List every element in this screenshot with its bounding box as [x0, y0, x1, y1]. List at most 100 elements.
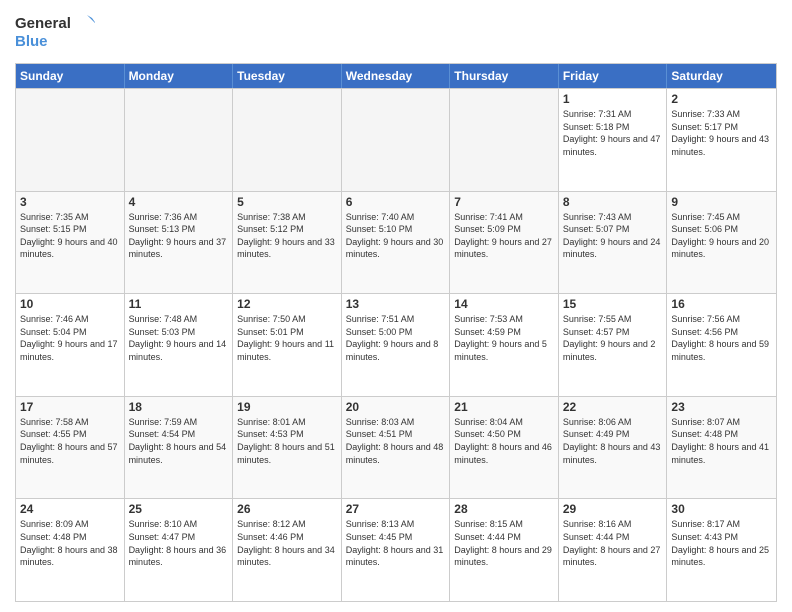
day-info: Sunrise: 7:46 AM Sunset: 5:04 PM Dayligh… [20, 313, 120, 363]
calendar-body: 1 Sunrise: 7:31 AM Sunset: 5:18 PM Daylig… [16, 88, 776, 601]
header-tuesday: Tuesday [233, 64, 342, 88]
calendar-cell-0-3 [342, 89, 451, 191]
calendar-cell-4-5: 29Sunrise: 8:16 AM Sunset: 4:44 PM Dayli… [559, 499, 668, 601]
calendar-row-0: 1 Sunrise: 7:31 AM Sunset: 5:18 PM Daylig… [16, 88, 776, 191]
day-number: 17 [20, 400, 120, 414]
day-info: Sunrise: 8:01 AM Sunset: 4:53 PM Dayligh… [237, 416, 337, 466]
day-info: Sunrise: 7:33 AM Sunset: 5:17 PM Dayligh… [671, 108, 772, 158]
day-number: 9 [671, 195, 772, 209]
calendar-cell-2-6: 16 Sunrise: 7:56 AM Sunset: 4:56 PM Dayli… [667, 294, 776, 396]
day-number: 19 [237, 400, 337, 414]
day-info: Sunrise: 7:56 AM Sunset: 4:56 PM Dayligh… [671, 313, 772, 363]
day-number: 11 [129, 297, 229, 311]
day-number: 6 [346, 195, 446, 209]
day-number: 26 [237, 502, 337, 516]
calendar-cell-3-3: 20 Sunrise: 8:03 AM Sunset: 4:51 PM Dayli… [342, 397, 451, 499]
calendar-cell-2-4: 14 Sunrise: 7:53 AM Sunset: 4:59 PM Dayli… [450, 294, 559, 396]
day-info: Sunrise: 7:31 AM Sunset: 5:18 PM Dayligh… [563, 108, 663, 158]
day-number: 10 [20, 297, 120, 311]
calendar-cell-0-4 [450, 89, 559, 191]
calendar-cell-4-6: 30 Sunrise: 8:17 AM Sunset: 4:43 PM Dayli… [667, 499, 776, 601]
day-info: Sunrise: 7:50 AM Sunset: 5:01 PM Dayligh… [237, 313, 337, 363]
page: General Blue SundayMondayTuesdayWednesda… [0, 0, 792, 612]
calendar-cell-2-3: 13 Sunrise: 7:51 AM Sunset: 5:00 PM Dayli… [342, 294, 451, 396]
day-number: 14 [454, 297, 554, 311]
calendar-cell-3-4: 21 Sunrise: 8:04 AM Sunset: 4:50 PM Dayli… [450, 397, 559, 499]
calendar-cell-4-3: 27 Sunrise: 8:13 AM Sunset: 4:45 PM Dayli… [342, 499, 451, 601]
day-info: Sunrise: 7:58 AM Sunset: 4:55 PM Dayligh… [20, 416, 120, 466]
calendar-cell-2-5: 15 Sunrise: 7:55 AM Sunset: 4:57 PM Dayli… [559, 294, 668, 396]
day-number: 5 [237, 195, 337, 209]
day-info: Sunrise: 7:48 AM Sunset: 5:03 PM Dayligh… [129, 313, 229, 363]
day-info: Sunrise: 7:43 AM Sunset: 5:07 PM Dayligh… [563, 211, 663, 261]
day-info: Sunrise: 7:51 AM Sunset: 5:00 PM Dayligh… [346, 313, 446, 363]
svg-text:Blue: Blue [15, 33, 48, 50]
calendar-cell-1-2: 5 Sunrise: 7:38 AM Sunset: 5:12 PM Daylig… [233, 192, 342, 294]
calendar-cell-2-2: 12Sunrise: 7:50 AM Sunset: 5:01 PM Dayli… [233, 294, 342, 396]
day-number: 21 [454, 400, 554, 414]
calendar-cell-4-0: 24 Sunrise: 8:09 AM Sunset: 4:48 PM Dayli… [16, 499, 125, 601]
calendar-row-1: 3Sunrise: 7:35 AM Sunset: 5:15 PM Daylig… [16, 191, 776, 294]
calendar-cell-1-1: 4Sunrise: 7:36 AM Sunset: 5:13 PM Daylig… [125, 192, 234, 294]
day-number: 25 [129, 502, 229, 516]
day-number: 3 [20, 195, 120, 209]
header: General Blue [15, 10, 777, 55]
day-info: Sunrise: 7:53 AM Sunset: 4:59 PM Dayligh… [454, 313, 554, 363]
day-number: 18 [129, 400, 229, 414]
calendar-cell-4-4: 28 Sunrise: 8:15 AM Sunset: 4:44 PM Dayli… [450, 499, 559, 601]
day-number: 13 [346, 297, 446, 311]
header-wednesday: Wednesday [342, 64, 451, 88]
header-saturday: Saturday [667, 64, 776, 88]
calendar-cell-2-0: 10 Sunrise: 7:46 AM Sunset: 5:04 PM Dayli… [16, 294, 125, 396]
day-info: Sunrise: 7:40 AM Sunset: 5:10 PM Dayligh… [346, 211, 446, 261]
calendar-cell-0-6: 2 Sunrise: 7:33 AM Sunset: 5:17 PM Daylig… [667, 89, 776, 191]
header-sunday: Sunday [16, 64, 125, 88]
day-number: 24 [20, 502, 120, 516]
day-info: Sunrise: 7:45 AM Sunset: 5:06 PM Dayligh… [671, 211, 772, 261]
calendar-cell-1-5: 8 Sunrise: 7:43 AM Sunset: 5:07 PM Daylig… [559, 192, 668, 294]
calendar-cell-2-1: 11 Sunrise: 7:48 AM Sunset: 5:03 PM Dayli… [125, 294, 234, 396]
day-info: Sunrise: 7:36 AM Sunset: 5:13 PM Dayligh… [129, 211, 229, 261]
day-number: 8 [563, 195, 663, 209]
calendar-row-2: 10 Sunrise: 7:46 AM Sunset: 5:04 PM Dayli… [16, 293, 776, 396]
day-number: 27 [346, 502, 446, 516]
day-number: 23 [671, 400, 772, 414]
day-info: Sunrise: 8:12 AM Sunset: 4:46 PM Dayligh… [237, 518, 337, 568]
calendar-cell-3-2: 19 Sunrise: 8:01 AM Sunset: 4:53 PM Dayli… [233, 397, 342, 499]
day-info: Sunrise: 7:41 AM Sunset: 5:09 PM Dayligh… [454, 211, 554, 261]
day-info: Sunrise: 8:07 AM Sunset: 4:48 PM Dayligh… [671, 416, 772, 466]
day-number: 28 [454, 502, 554, 516]
calendar-cell-3-6: 23 Sunrise: 8:07 AM Sunset: 4:48 PM Dayli… [667, 397, 776, 499]
day-number: 15 [563, 297, 663, 311]
day-info: Sunrise: 8:13 AM Sunset: 4:45 PM Dayligh… [346, 518, 446, 568]
day-number: 2 [671, 92, 772, 106]
day-info: Sunrise: 8:09 AM Sunset: 4:48 PM Dayligh… [20, 518, 120, 568]
calendar-cell-1-0: 3Sunrise: 7:35 AM Sunset: 5:15 PM Daylig… [16, 192, 125, 294]
day-info: Sunrise: 8:17 AM Sunset: 4:43 PM Dayligh… [671, 518, 772, 568]
day-number: 1 [563, 92, 663, 106]
calendar-cell-0-5: 1 Sunrise: 7:31 AM Sunset: 5:18 PM Daylig… [559, 89, 668, 191]
day-info: Sunrise: 7:59 AM Sunset: 4:54 PM Dayligh… [129, 416, 229, 466]
calendar-cell-4-2: 26 Sunrise: 8:12 AM Sunset: 4:46 PM Dayli… [233, 499, 342, 601]
day-info: Sunrise: 8:10 AM Sunset: 4:47 PM Dayligh… [129, 518, 229, 568]
day-info: Sunrise: 8:15 AM Sunset: 4:44 PM Dayligh… [454, 518, 554, 568]
day-info: Sunrise: 8:04 AM Sunset: 4:50 PM Dayligh… [454, 416, 554, 466]
day-info: Sunrise: 8:03 AM Sunset: 4:51 PM Dayligh… [346, 416, 446, 466]
day-number: 20 [346, 400, 446, 414]
header-monday: Monday [125, 64, 234, 88]
day-info: Sunrise: 7:38 AM Sunset: 5:12 PM Dayligh… [237, 211, 337, 261]
calendar-cell-0-0 [16, 89, 125, 191]
calendar-cell-3-1: 18 Sunrise: 7:59 AM Sunset: 4:54 PM Dayli… [125, 397, 234, 499]
day-number: 29 [563, 502, 663, 516]
day-number: 16 [671, 297, 772, 311]
calendar-header: SundayMondayTuesdayWednesdayThursdayFrid… [16, 64, 776, 88]
calendar-cell-3-0: 17 Sunrise: 7:58 AM Sunset: 4:55 PM Dayli… [16, 397, 125, 499]
header-friday: Friday [559, 64, 668, 88]
day-number: 7 [454, 195, 554, 209]
calendar-cell-1-3: 6 Sunrise: 7:40 AM Sunset: 5:10 PM Daylig… [342, 192, 451, 294]
logo: General Blue [15, 10, 95, 55]
day-number: 30 [671, 502, 772, 516]
svg-text:General: General [15, 15, 71, 32]
calendar-cell-1-6: 9 Sunrise: 7:45 AM Sunset: 5:06 PM Daylig… [667, 192, 776, 294]
day-info: Sunrise: 7:55 AM Sunset: 4:57 PM Dayligh… [563, 313, 663, 363]
